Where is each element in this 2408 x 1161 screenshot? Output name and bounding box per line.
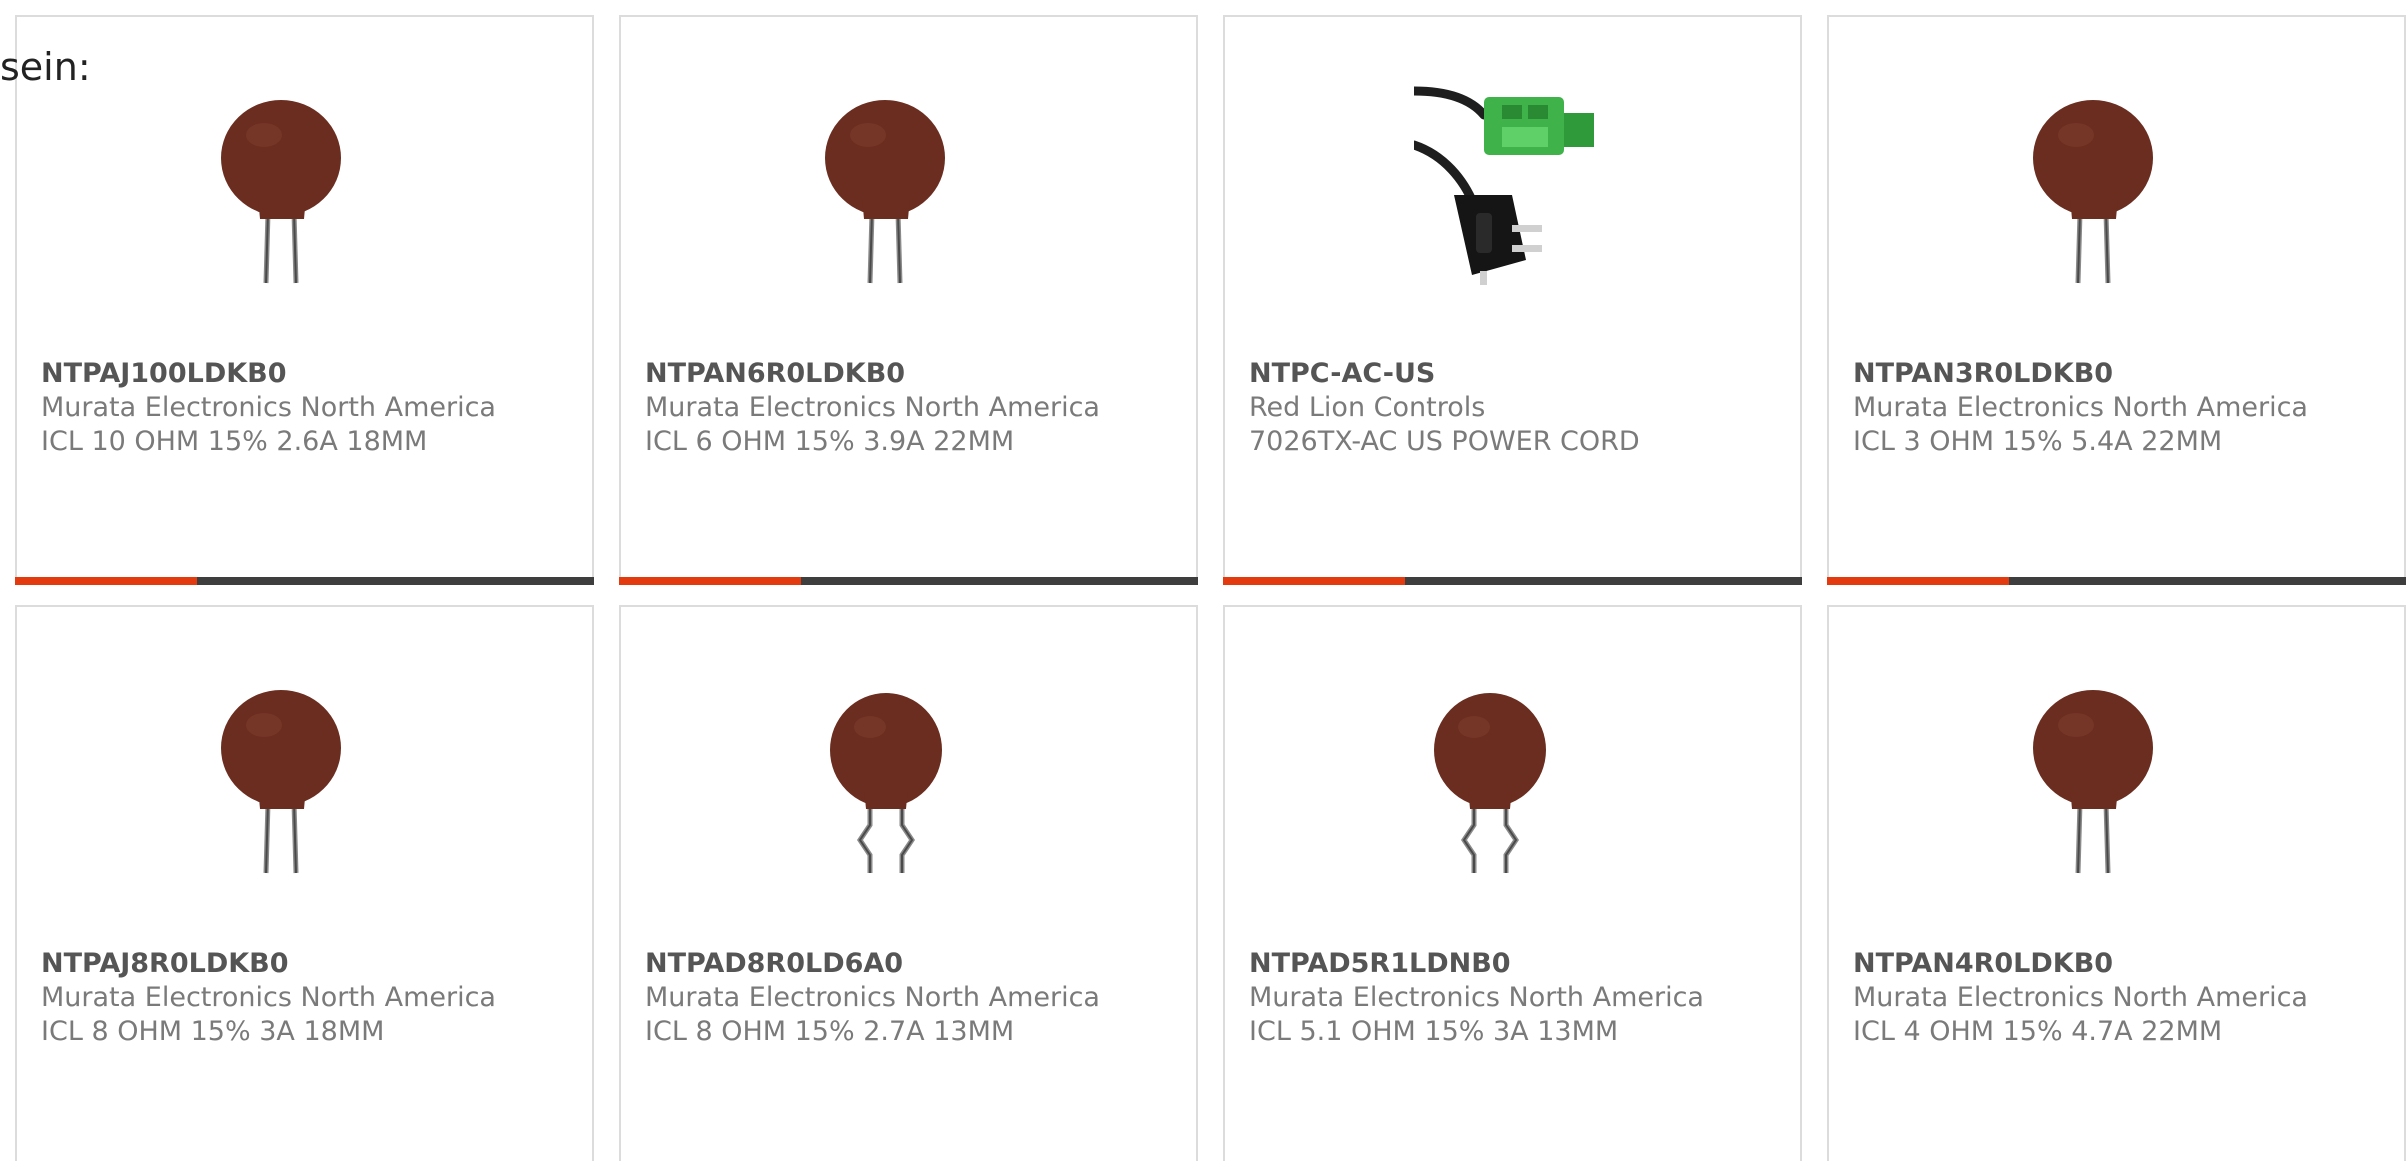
product-card[interactable]: NTPAJ8R0LDKB0 Murata Electronics North A… <box>15 605 594 1161</box>
thermistor-icon <box>2018 85 2218 285</box>
product-manufacturer: Murata Electronics North America <box>1249 982 1704 1013</box>
product-info: NTPAN6R0LDKB0 Murata Electronics North A… <box>645 357 1176 459</box>
card-accent-bar <box>1827 577 2009 585</box>
product-description: 7026TX-AC US POWER CORD <box>1249 426 1640 457</box>
product-card[interactable]: NTPAJ100LDKB0 Murata Electronics North A… <box>15 15 594 585</box>
product-info: NTPAN3R0LDKB0 Murata Electronics North A… <box>1853 357 2384 459</box>
product-description: ICL 5.1 OHM 15% 3A 13MM <box>1249 1016 1619 1047</box>
product-info: NTPAJ100LDKB0 Murata Electronics North A… <box>41 357 572 459</box>
product-manufacturer: Murata Electronics North America <box>645 392 1100 423</box>
thermistor-icon <box>810 85 1010 285</box>
product-part-number[interactable]: NTPAN4R0LDKB0 <box>1853 947 2384 981</box>
product-manufacturer: Red Lion Controls <box>1249 392 1486 423</box>
intro-text: sein: <box>0 45 91 89</box>
product-description: ICL 8 OHM 15% 3A 18MM <box>41 1016 385 1047</box>
product-card[interactable]: NTPC-AC-US Red Lion Controls 7026TX-AC U… <box>1223 15 1802 585</box>
card-accent-bar <box>619 577 801 585</box>
product-part-number[interactable]: NTPAJ100LDKB0 <box>41 357 572 391</box>
thermistor-icon <box>2018 675 2218 875</box>
product-part-number[interactable]: NTPAJ8R0LDKB0 <box>41 947 572 981</box>
product-info: NTPAJ8R0LDKB0 Murata Electronics North A… <box>41 947 572 1049</box>
product-manufacturer: Murata Electronics North America <box>1853 982 2308 1013</box>
product-card[interactable]: NTPAD5R1LDNB0 Murata Electronics North A… <box>1223 605 1802 1161</box>
product-card[interactable]: NTPAN3R0LDKB0 Murata Electronics North A… <box>1827 15 2406 585</box>
thermistor-icon <box>206 85 406 285</box>
product-description: ICL 10 OHM 15% 2.6A 18MM <box>41 426 428 457</box>
product-part-number[interactable]: NTPAD8R0LD6A0 <box>645 947 1176 981</box>
product-card[interactable]: NTPAN6R0LDKB0 Murata Electronics North A… <box>619 15 1198 585</box>
thermistor-kinked-icon <box>1414 675 1614 875</box>
product-grid: NTPAJ100LDKB0 Murata Electronics North A… <box>15 15 2406 1161</box>
product-info: NTPC-AC-US Red Lion Controls 7026TX-AC U… <box>1249 357 1780 459</box>
product-manufacturer: Murata Electronics North America <box>41 392 496 423</box>
product-part-number[interactable]: NTPAN6R0LDKB0 <box>645 357 1176 391</box>
product-manufacturer: Murata Electronics North America <box>1853 392 2308 423</box>
product-manufacturer: Murata Electronics North America <box>645 982 1100 1013</box>
product-card[interactable]: NTPAN4R0LDKB0 Murata Electronics North A… <box>1827 605 2406 1161</box>
card-footer-bar <box>619 577 1198 585</box>
card-accent-bar <box>1223 577 1405 585</box>
card-footer-bar <box>15 577 594 585</box>
product-manufacturer: Murata Electronics North America <box>41 982 496 1013</box>
product-part-number[interactable]: NTPAN3R0LDKB0 <box>1853 357 2384 391</box>
product-part-number[interactable]: NTPC-AC-US <box>1249 357 1780 391</box>
product-description: ICL 6 OHM 15% 3.9A 22MM <box>645 426 1015 457</box>
thermistor-icon <box>206 675 406 875</box>
product-description: ICL 3 OHM 15% 5.4A 22MM <box>1853 426 2223 457</box>
product-info: NTPAN4R0LDKB0 Murata Electronics North A… <box>1853 947 2384 1049</box>
product-info: NTPAD5R1LDNB0 Murata Electronics North A… <box>1249 947 1780 1049</box>
product-page: sein: NTPAJ100LDKB0 Murata Electronics N… <box>0 0 2408 1161</box>
thermistor-kinked-icon <box>810 675 1010 875</box>
card-accent-bar <box>15 577 197 585</box>
product-description: ICL 8 OHM 15% 2.7A 13MM <box>645 1016 1015 1047</box>
card-footer-bar <box>1223 577 1802 585</box>
product-part-number[interactable]: NTPAD5R1LDNB0 <box>1249 947 1780 981</box>
card-footer-bar <box>1827 577 2406 585</box>
product-description: ICL 4 OHM 15% 4.7A 22MM <box>1853 1016 2223 1047</box>
product-card[interactable]: NTPAD8R0LD6A0 Murata Electronics North A… <box>619 605 1198 1161</box>
power-cord-icon <box>1414 85 1614 285</box>
product-info: NTPAD8R0LD6A0 Murata Electronics North A… <box>645 947 1176 1049</box>
